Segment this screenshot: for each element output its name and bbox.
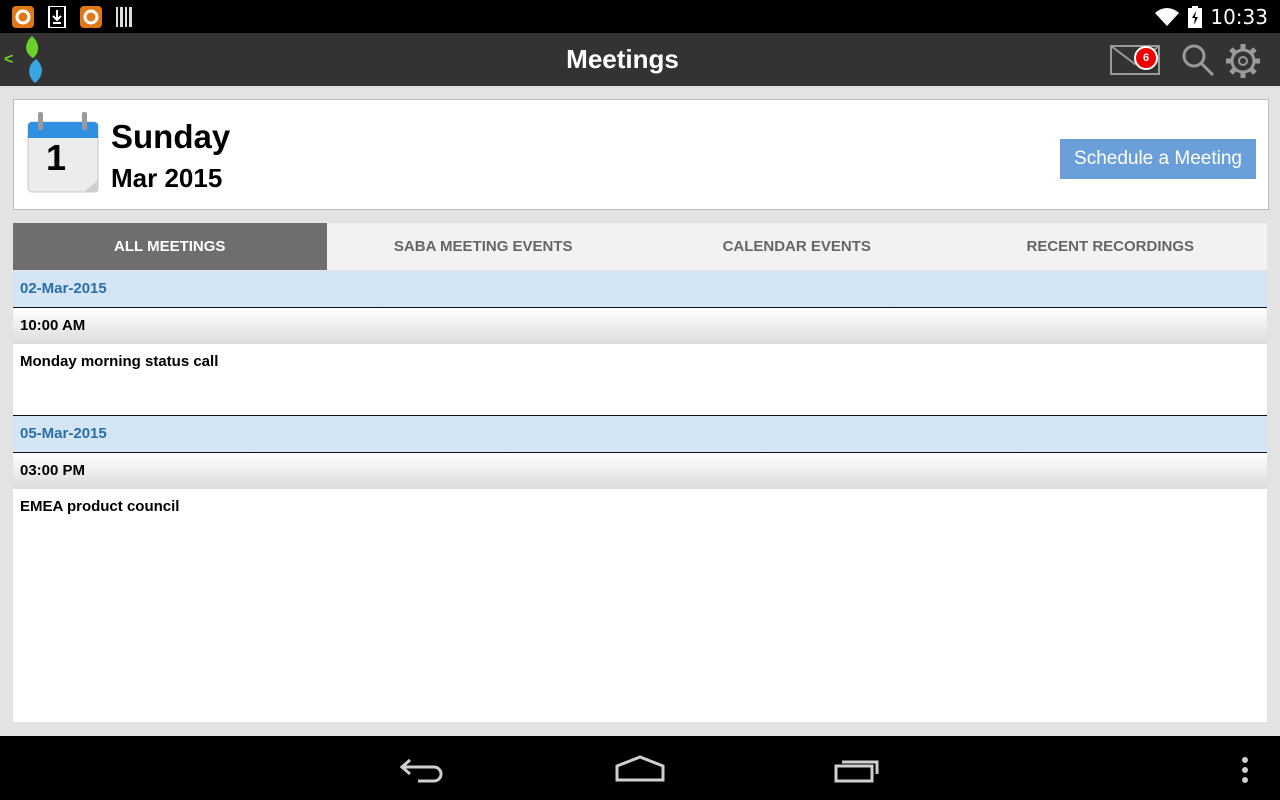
barcode-icon <box>116 6 132 27</box>
meeting-item[interactable]: EMEA product council <box>13 489 1267 689</box>
schedule-meeting-button[interactable]: Schedule a Meeting <box>1060 139 1256 179</box>
recent-apps-icon[interactable] <box>832 754 884 784</box>
gear-icon[interactable] <box>1224 42 1262 80</box>
tab-recent-recordings[interactable]: RECENT RECORDINGS <box>954 223 1268 270</box>
calendar-icon: 1 <box>27 112 99 193</box>
month-year: Mar 2015 <box>111 163 223 193</box>
notification-icons <box>12 5 136 28</box>
overflow-menu-icon[interactable] <box>1238 756 1252 784</box>
meeting-time[interactable]: 03:00 PM <box>13 453 1267 489</box>
notification-app-icon <box>12 5 34 28</box>
status-bar: 10:33 <box>0 0 1280 33</box>
wifi-icon <box>1155 7 1180 26</box>
date-header-card: 1 Sunday Mar 2015 Schedule a Meeting <box>13 99 1269 210</box>
action-bar: < Meetings <box>0 33 1280 86</box>
date-group-header: 05-Mar-2015 <box>13 416 1267 453</box>
calendar-day-number: 1 <box>46 137 66 178</box>
clock: 10:33 <box>1210 4 1268 29</box>
tab-calendar-events[interactable]: CALENDAR EVENTS <box>640 223 954 270</box>
home-icon[interactable] <box>614 754 666 784</box>
tab-saba-meeting-events[interactable]: SABA MEETING EVENTS <box>327 223 641 270</box>
day-name: Sunday <box>111 118 231 155</box>
back-icon[interactable] <box>398 754 450 784</box>
tab-all-meetings[interactable]: ALL MEETINGS <box>13 223 327 270</box>
search-icon[interactable] <box>1180 42 1216 78</box>
system-nav-bar <box>0 736 1280 800</box>
meeting-item[interactable]: Monday morning status call <box>13 344 1267 416</box>
notification-app-icon <box>80 5 102 28</box>
date-group-header: 02-Mar-2015 <box>13 271 1267 308</box>
meeting-list: 02-Mar-2015 10:00 AM Monday morning stat… <box>13 271 1267 722</box>
unread-badge: 6 <box>1134 46 1158 70</box>
page-title: Meetings <box>566 44 679 74</box>
battery-icon <box>1188 5 1203 28</box>
meeting-time[interactable]: 10:00 AM <box>13 308 1267 344</box>
system-indicators: 10:33 <box>1154 0 1268 33</box>
meeting-tabs: ALL MEETINGS SABA MEETING EVENTS CALENDA… <box>13 223 1267 270</box>
download-icon <box>48 5 66 28</box>
